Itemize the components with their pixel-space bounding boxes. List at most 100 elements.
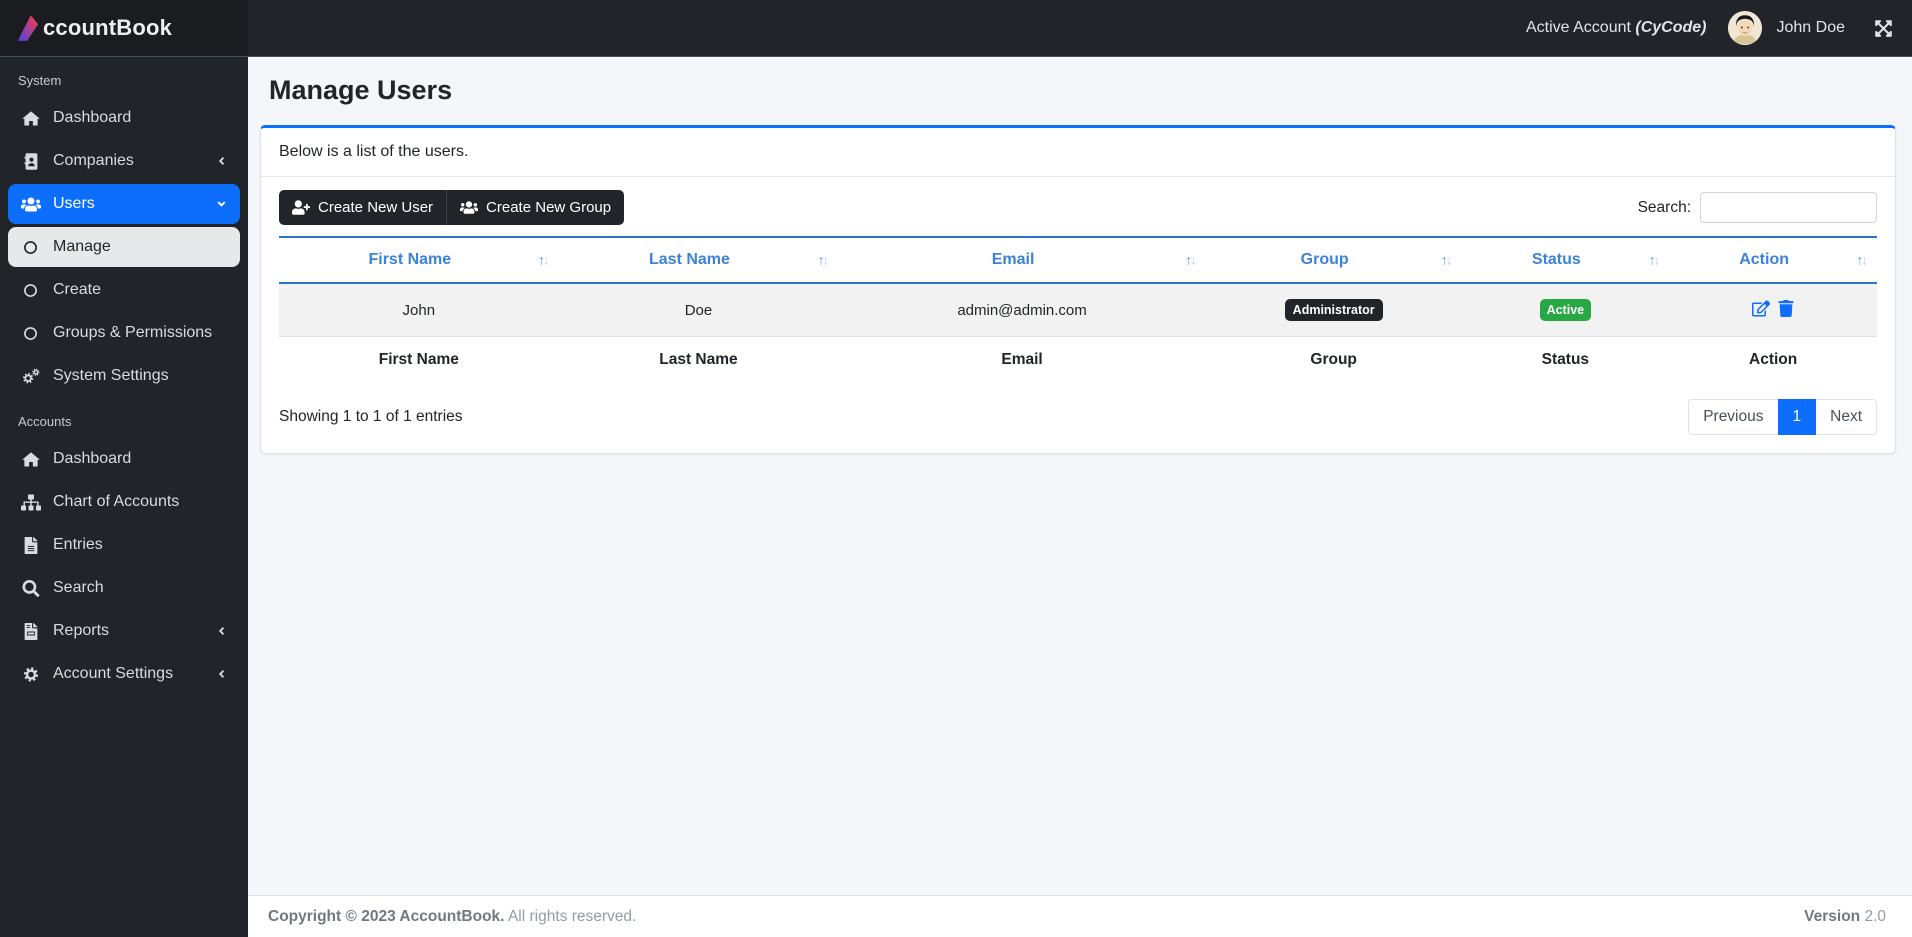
active-account-label: Active Account [1526, 19, 1636, 36]
sidebar-item-label: Reports [53, 622, 110, 639]
column-header-last-name[interactable]: Last Name ↑↓ [558, 236, 839, 284]
cell-first-name: John [279, 283, 559, 337]
user-name[interactable]: John Doe [1777, 19, 1846, 37]
circle-icon [23, 283, 38, 298]
sidebar-item-label: Dashboard [53, 450, 132, 467]
sidebar-item-manage[interactable]: Manage [8, 227, 240, 267]
column-header-status[interactable]: Status ↑↓ [1461, 236, 1670, 284]
brand[interactable]: ccountBook [0, 0, 248, 57]
pagination-previous-button[interactable]: Previous [1688, 399, 1778, 435]
column-label: Last Name [649, 251, 730, 268]
trash-icon[interactable] [1777, 300, 1795, 317]
entries-info: Showing 1 to 1 of 1 entries [279, 408, 463, 425]
main-column: Active Account (CyCode) John Doe Manage … [248, 0, 1912, 937]
table-header-row: First Name ↑↓ Last Name ↑↓ Email ↑↓ Group ↑↓… [279, 236, 1877, 284]
sidebar-item-dashboard-accounts[interactable]: Dashboard [8, 439, 240, 479]
sidebar-item-label: Account Settings [53, 665, 174, 682]
sort-icon: ↑↓ [1185, 252, 1197, 268]
card-header-text: Below is a list of the users. [261, 128, 1895, 177]
sort-icon: ↑↓ [1856, 252, 1869, 268]
chevron-down-icon [216, 198, 227, 210]
search-label: Search: [1637, 198, 1691, 216]
footer-email: Email [1001, 351, 1043, 368]
sidebar-item-dashboard-system[interactable]: Dashboard [8, 98, 240, 138]
cell-action [1669, 283, 1877, 337]
user-plus-icon [292, 200, 310, 215]
circle-icon [23, 240, 38, 255]
version-text: Version 2.0 [1804, 908, 1886, 926]
sitemap-icon [21, 494, 41, 511]
home-icon [21, 110, 41, 127]
column-header-group[interactable]: Group ↑↓ [1205, 236, 1462, 284]
footer-first-name: First Name [378, 351, 459, 368]
nav-section-system: System [18, 73, 62, 88]
users-icon [460, 200, 478, 215]
column-header-action[interactable]: Action ↑↓ [1669, 236, 1877, 284]
copyright-text: Copyright © 2023 AccountBook. All rights… [268, 908, 636, 926]
avatar[interactable] [1727, 11, 1762, 45]
home-icon [21, 451, 41, 468]
sidebar-item-entries[interactable]: Entries [8, 525, 240, 565]
create-button-group: Create New User Create New Group [279, 190, 625, 225]
sidebar-item-label: System Settings [53, 367, 169, 384]
button-label: Create New Group [486, 199, 612, 216]
sort-icon: ↑↓ [817, 252, 830, 268]
table-toolbar: Create New User Create New Group Search: [279, 190, 1877, 225]
edit-icon[interactable] [1752, 300, 1770, 317]
sidebar-item-chart-of-accounts[interactable]: Chart of Accounts [8, 482, 240, 522]
expand-arrows-icon[interactable] [1874, 19, 1893, 38]
users-table: First Name ↑↓ Last Name ↑↓ Email ↑↓ Group ↑↓… [279, 236, 1877, 383]
cog-icon [21, 666, 41, 683]
user-avatar-icon [1728, 11, 1762, 45]
users-card: Below is a list of the users. Create New… [260, 125, 1896, 454]
content-area: Manage Users Below is a list of the user… [248, 57, 1912, 895]
sidebar-nav: System Dashboard Companies Users Manage … [0, 57, 248, 697]
column-label: Status [1531, 251, 1581, 268]
users-icon [21, 196, 41, 213]
search-input[interactable] [1700, 192, 1877, 223]
sidebar-item-create[interactable]: Create [8, 270, 240, 310]
file-icon [21, 537, 41, 554]
pagination-page-1-button[interactable]: 1 [1777, 399, 1817, 435]
sidebar-item-users[interactable]: Users [8, 184, 240, 224]
active-account-text: Active Account (CyCode) [1526, 19, 1707, 37]
sidebar-item-label: Dashboard [53, 109, 132, 126]
pagination-next-button[interactable]: Next [1816, 399, 1877, 435]
sidebar-item-reports[interactable]: Reports [8, 611, 240, 651]
footer-last-name: Last Name [659, 351, 738, 368]
sidebar-item-account-settings[interactable]: Account Settings [8, 654, 240, 694]
sort-icon: ↑↓ [538, 252, 550, 268]
sidebar-item-label: Chart of Accounts [53, 493, 180, 510]
column-label: Email [991, 251, 1035, 268]
create-new-user-button[interactable]: Create New User [279, 190, 447, 225]
sidebar-item-label: Search [53, 579, 104, 596]
chevron-left-icon [216, 625, 227, 637]
page-title: Manage Users [269, 75, 453, 105]
footer-group: Group [1310, 351, 1357, 368]
sidebar-item-search[interactable]: Search [8, 568, 240, 608]
cell-last-name: Doe [558, 283, 839, 337]
column-label: Group [1300, 251, 1349, 268]
card-body: Create New User Create New Group Search: [261, 177, 1895, 453]
sidebar-item-system-settings[interactable]: System Settings [8, 356, 240, 396]
sidebar-item-label: Groups & Permissions [53, 324, 213, 341]
search-icon [21, 580, 41, 597]
version-value: 2.0 [1860, 907, 1886, 925]
sidebar-item-label: Companies [53, 152, 134, 169]
chevron-left-icon [216, 155, 227, 167]
column-label: Action [1739, 251, 1789, 268]
create-new-group-button[interactable]: Create New Group [446, 190, 625, 225]
cogs-icon [21, 368, 41, 385]
footer-status: Status [1541, 351, 1590, 368]
table-footer-row: First Name Last Name Email Group Status … [279, 337, 1877, 384]
column-header-first-name[interactable]: First Name ↑↓ [279, 236, 559, 284]
column-header-email[interactable]: Email ↑↓ [838, 236, 1206, 284]
group-badge: Administrator [1284, 299, 1383, 321]
sidebar: ccountBook System Dashboard Companies Us… [0, 0, 248, 937]
nav-section-accounts: Accounts [18, 414, 72, 429]
status-badge: Active [1539, 299, 1592, 321]
cell-status: Active [1461, 283, 1670, 337]
sidebar-item-groups-permissions[interactable]: Groups & Permissions [8, 313, 240, 353]
table-row: John Doe admin@admin.com Administrator A… [279, 283, 1877, 337]
sidebar-item-companies[interactable]: Companies [8, 141, 240, 181]
